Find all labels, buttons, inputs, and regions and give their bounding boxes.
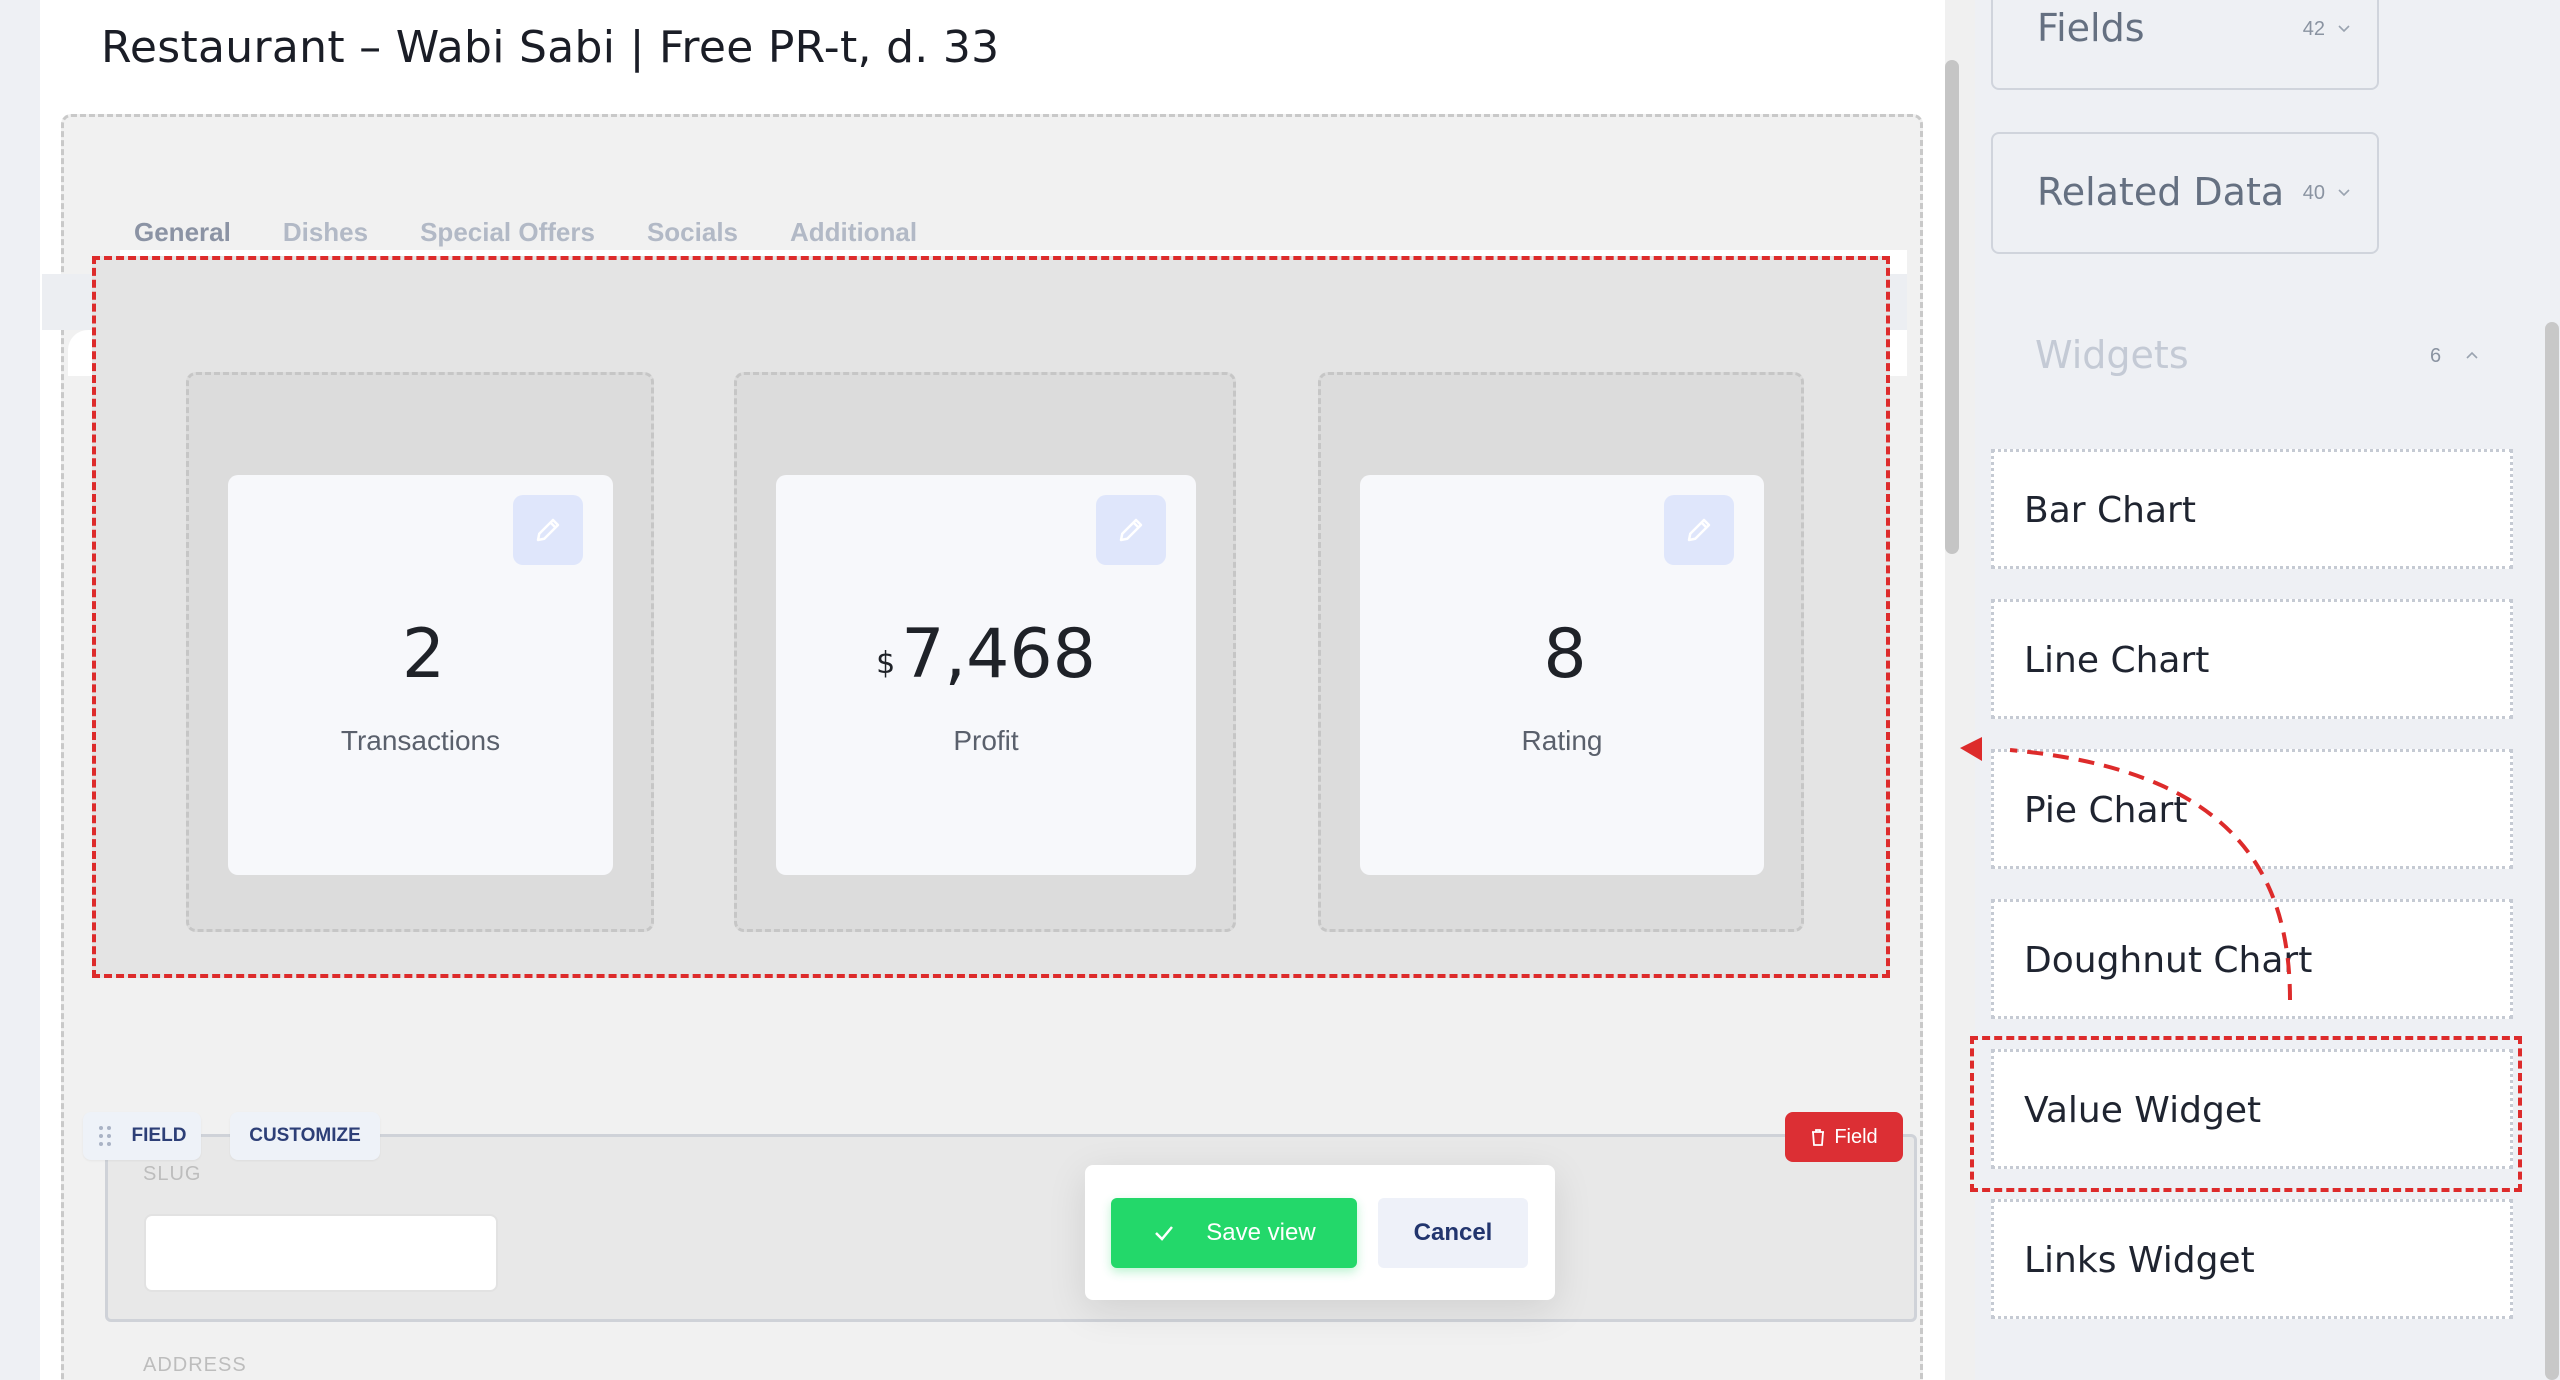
widget-label: Transactions [340,725,501,756]
related-data-title: Related Data [2037,170,2285,214]
widget-item-bar-chart[interactable]: Bar Chart [1991,449,2513,569]
check-icon [1155,1226,1174,1241]
widget-item-label: Links Widget [2024,1240,2255,1281]
widget-drop-zone[interactable]: 2 Transactions $7,468 Profit 8 Rating [92,256,1890,978]
save-view-toolbar: Save view Cancel [1085,1165,1555,1300]
widget-item-pie-chart[interactable]: Pie Chart [1991,749,2513,869]
fields-accordion[interactable]: Fields 42 [1991,0,2379,90]
edit-widget-button[interactable] [1096,495,1166,565]
field-drag-handle[interactable]: FIELD [83,1112,201,1160]
widget-label: Profit [953,725,1019,756]
widget-value: $7,468 [876,615,1096,694]
widget-item-label: Doughnut Chart [2024,940,2313,981]
chevron-up-icon[interactable] [2465,350,2479,360]
value-widget-card: 2 Transactions [228,475,613,875]
save-view-label: Save view [1206,1219,1316,1246]
widget-item-label: Bar Chart [2024,490,2196,531]
widget-item-label: Line Chart [2024,640,2210,681]
page-title: Restaurant – Wabi Sabi | Free PR-t, d. 3… [101,22,1000,73]
widget-value: 8 [1543,615,1587,694]
widget-item-line-chart[interactable]: Line Chart [1991,599,2513,719]
field-chip-label: FIELD [131,1125,187,1146]
widget-item-links-widget[interactable]: Links Widget [1991,1199,2513,1319]
slug-input[interactable] [144,1214,498,1292]
save-view-button[interactable]: Save view [1111,1198,1357,1268]
fields-count: 42 [2302,18,2325,40]
widget-item-label: Pie Chart [2024,790,2188,831]
cancel-button[interactable]: Cancel [1378,1198,1528,1268]
widgets-section-title[interactable]: Widgets [2035,333,2189,377]
customize-button[interactable]: CUSTOMIZE [230,1112,380,1160]
main-scrollbar-thumb[interactable] [1945,60,1959,554]
edit-widget-button[interactable] [1664,495,1734,565]
value-widget-card: $7,468 Profit [776,475,1196,875]
chevron-down-icon [2338,25,2350,33]
widget-slot[interactable]: 2 Transactions [186,372,654,932]
pencil-icon [1687,518,1711,542]
pencil-icon [536,518,560,542]
widget-label: Rating [1521,725,1603,756]
widget-item-doughnut-chart[interactable]: Doughnut Chart [1991,899,2513,1019]
drag-handle-icon [98,1126,111,1146]
selected-widget-highlight [1970,1036,2522,1192]
trash-icon [1812,1129,1825,1146]
pencil-icon [1119,518,1143,542]
widget-value: 2 [401,615,446,694]
widget-slot[interactable]: $7,468 Profit [734,372,1236,932]
fields-title: Fields [2037,6,2145,50]
main-canvas: Restaurant – Wabi Sabi | Free PR-t, d. 3… [40,0,1945,1380]
slug-label: SLUG [143,1163,202,1185]
widget-slot[interactable]: 8 Rating [1318,372,1804,932]
address-label: ADDRESS [143,1354,247,1376]
chevron-down-icon [2338,189,2350,197]
related-data-accordion[interactable]: Related Data 40 [1991,132,2379,254]
related-data-count: 40 [2302,182,2325,204]
edit-widget-button[interactable] [513,495,583,565]
right-panel-scrollbar-thumb[interactable] [2545,322,2559,1380]
widgets-count: 6 [2430,345,2442,367]
delete-field-button[interactable]: Field [1785,1112,1903,1162]
delete-field-label: Field [1834,1125,1878,1148]
value-widget-card: 8 Rating [1360,475,1764,875]
